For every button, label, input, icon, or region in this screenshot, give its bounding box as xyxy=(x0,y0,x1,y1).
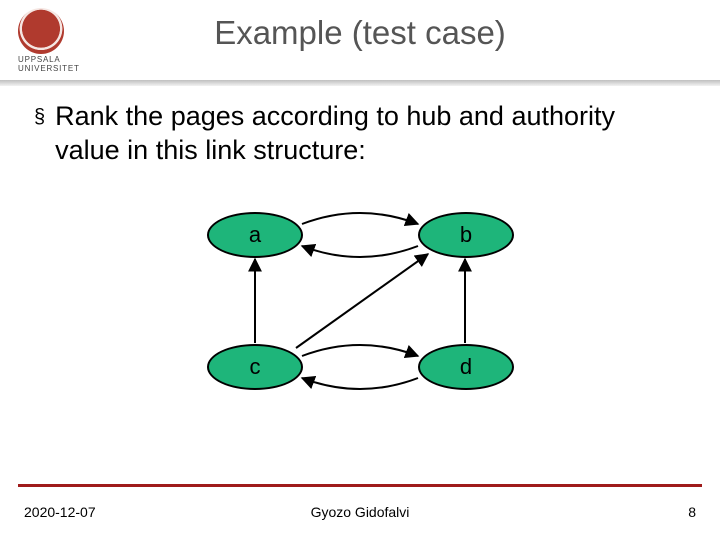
edge-c-d xyxy=(302,345,418,356)
edge-c-b xyxy=(296,254,428,348)
node-label-d: d xyxy=(460,354,472,380)
logo-line1: UPPSALA xyxy=(18,55,61,64)
graph-node-c: c xyxy=(207,344,303,390)
graph-node-b: b xyxy=(418,212,514,258)
graph-node-d: d xyxy=(418,344,514,390)
node-label-c: c xyxy=(250,354,261,380)
slide-header: UPPSALA UNIVERSITET Example (test case) xyxy=(0,0,720,84)
slide-body: § Rank the pages according to hub and au… xyxy=(34,100,686,168)
bullet-mark: § xyxy=(34,106,45,129)
graph-node-a: a xyxy=(207,212,303,258)
edge-b-a xyxy=(302,246,418,257)
logo-line2: UNIVERSITET xyxy=(18,64,80,73)
node-label-b: b xyxy=(460,222,472,248)
link-graph-diagram: a b c d xyxy=(0,196,720,456)
node-label-a: a xyxy=(249,222,261,248)
slide: UPPSALA UNIVERSITET Example (test case) … xyxy=(0,0,720,540)
footer-divider xyxy=(18,484,702,487)
graph-edges-svg xyxy=(0,196,720,456)
header-divider xyxy=(0,80,720,86)
bullet-text: Rank the pages according to hub and auth… xyxy=(55,100,686,168)
edge-a-b xyxy=(302,213,418,224)
edge-d-c xyxy=(302,378,418,389)
slide-title: Example (test case) xyxy=(0,14,720,52)
logo-org-name: UPPSALA UNIVERSITET xyxy=(18,56,108,74)
slide-footer: 2020-12-07 Gyozo Gidofalvi 8 xyxy=(0,490,720,520)
footer-author: Gyozo Gidofalvi xyxy=(0,504,720,520)
bullet-item: § Rank the pages according to hub and au… xyxy=(34,100,686,168)
footer-page-number: 8 xyxy=(688,504,696,520)
